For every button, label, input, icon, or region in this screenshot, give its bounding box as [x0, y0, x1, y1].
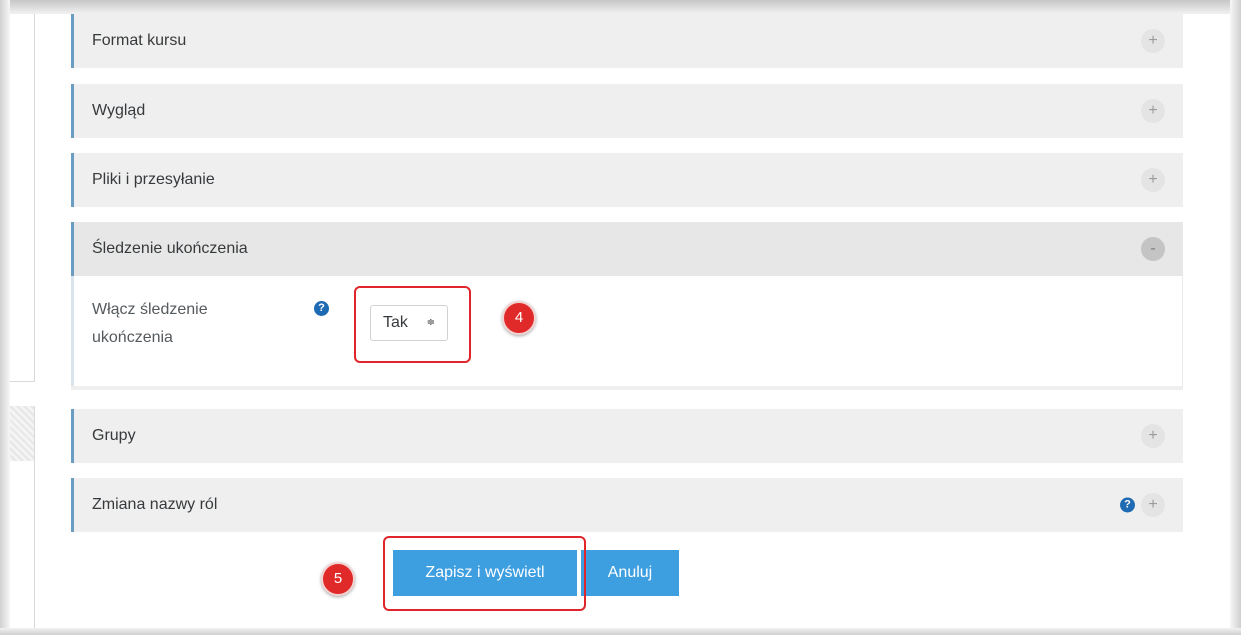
section-title[interactable]: Grupy — [92, 427, 136, 445]
help-icon[interactable]: ? — [1120, 497, 1135, 513]
step-marker-4: 4 — [502, 301, 536, 335]
screenshot-frame-right — [1230, 0, 1241, 635]
collapse-icon[interactable]: - — [1141, 237, 1165, 261]
section-zmiana-nazwy-rol[interactable]: Zmiana nazwy ról ? + — [71, 478, 1183, 532]
section-wyglad[interactable]: Wygląd + — [71, 84, 1183, 138]
left-panel-border-lower — [34, 406, 35, 628]
expand-icon[interactable]: + — [1141, 424, 1165, 448]
section-pliki-i-przesylanie[interactable]: Pliki i przesyłanie + — [71, 153, 1183, 207]
label-line-1: Włącz śledzenie — [92, 301, 208, 318]
expand-icon[interactable]: + — [1141, 493, 1165, 517]
section-title[interactable]: Zmiana nazwy ról — [92, 496, 217, 514]
section-format-kursu[interactable]: Format kursu + — [71, 14, 1183, 68]
section-title[interactable]: Format kursu — [92, 32, 186, 50]
completion-settings-panel: Włącz śledzenie ukończenia ? Tak ≑ — [71, 276, 1183, 389]
section-title[interactable]: Wygląd — [92, 102, 145, 120]
left-panel-border-bottom — [10, 381, 35, 382]
section-sledzenie-ukonczenia[interactable]: Śledzenie ukończenia - — [71, 222, 1183, 276]
screenshot-frame-top — [0, 0, 1241, 14]
section-grupy[interactable]: Grupy + — [71, 409, 1183, 463]
step-marker-5: 5 — [321, 562, 355, 596]
expand-icon[interactable]: + — [1141, 168, 1165, 192]
screenshot-frame-left — [0, 0, 10, 635]
panel-bottom-border — [71, 386, 1183, 390]
highlight-box-save — [383, 536, 586, 611]
cancel-button[interactable]: Anuluj — [581, 550, 679, 596]
highlight-box-select — [354, 286, 471, 363]
expand-icon[interactable]: + — [1141, 29, 1165, 53]
left-panel-resize-handle — [10, 406, 34, 461]
left-panel-border — [34, 14, 35, 382]
label-line-2: ukończenia — [92, 329, 173, 346]
expand-icon[interactable]: + — [1141, 99, 1165, 123]
section-title[interactable]: Pliki i przesyłanie — [92, 171, 215, 189]
screenshot-frame-bottom — [0, 628, 1241, 635]
help-icon[interactable]: ? — [314, 301, 329, 316]
enable-completion-label: Włącz śledzenie ukończenia — [92, 296, 292, 352]
section-title[interactable]: Śledzenie ukończenia — [92, 240, 248, 258]
